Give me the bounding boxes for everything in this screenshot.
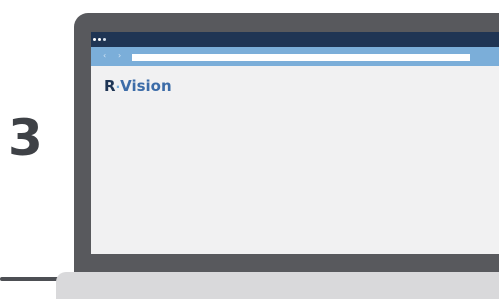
address-bar[interactable] bbox=[132, 54, 470, 61]
logo-r: R bbox=[104, 77, 116, 95]
browser-toolbar: ‹ › bbox=[91, 47, 499, 66]
window-minimize-dot[interactable] bbox=[98, 38, 101, 41]
step-number: 3 bbox=[8, 109, 43, 167]
forward-arrow-icon[interactable]: › bbox=[118, 51, 121, 61]
window-close-dot[interactable] bbox=[93, 38, 96, 41]
back-arrow-icon[interactable]: ‹ bbox=[103, 51, 106, 61]
browser-window: ‹ › R·Vision bbox=[91, 32, 499, 254]
logo-vision: Vision bbox=[120, 77, 172, 95]
illustration-canvas: 3 ‹ › R·Vision bbox=[0, 0, 499, 299]
window-maximize-dot[interactable] bbox=[103, 38, 106, 41]
browser-titlebar bbox=[91, 32, 499, 47]
laptop-base bbox=[56, 272, 499, 299]
rvision-logo: R·Vision bbox=[104, 77, 172, 96]
laptop-cable bbox=[0, 277, 64, 281]
